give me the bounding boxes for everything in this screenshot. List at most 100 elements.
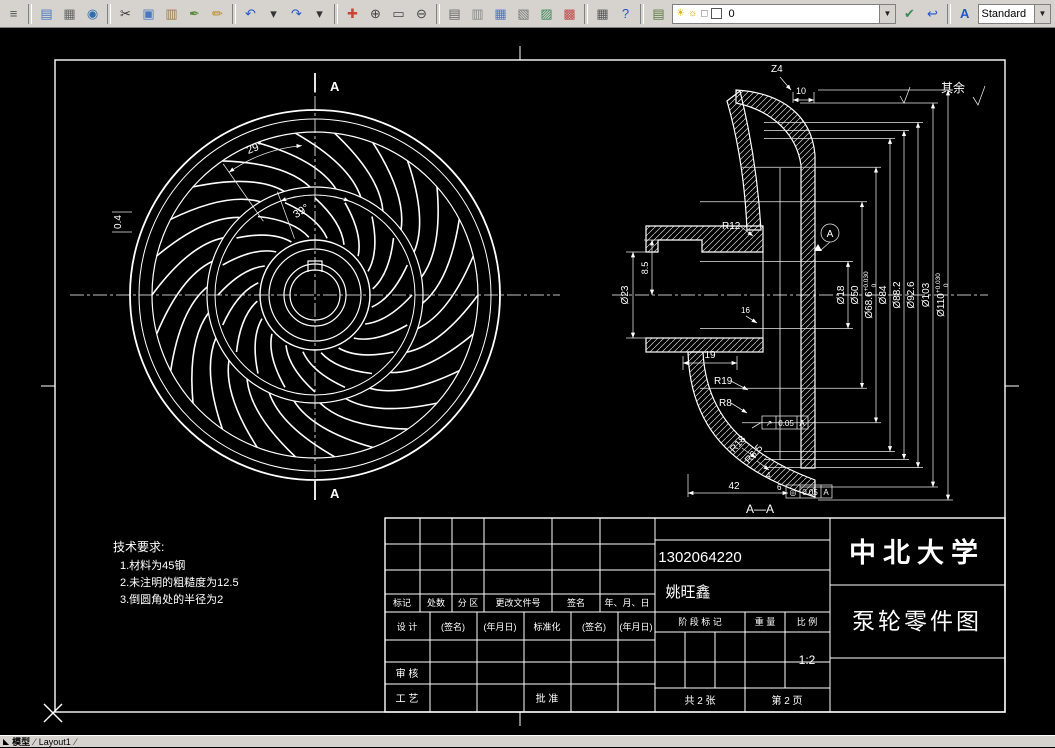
scale-value: 1:2 [799,653,816,667]
layer-freeze-sun-icon[interactable]: ☼ [688,8,697,19]
angle-dim-inner: 39° [291,202,311,221]
tab-layout1[interactable]: Layout1 [39,737,71,747]
approve-label: 批 准 [536,692,559,705]
tech-req-line: 3.倒圆角处的半径为2 [120,592,223,606]
zoom-window-icon[interactable]: ▭ [387,2,410,25]
impeller-front-view: A A 29° 39° 0.4 [70,73,560,501]
svg-text:处数: 处数 [427,597,445,608]
layer-states-icon[interactable]: ▥ [466,2,489,25]
svg-text:A: A [823,488,829,497]
publish-icon[interactable]: ◉ [81,2,104,25]
svg-text:标准化: 标准化 [533,621,560,632]
layer-combobox[interactable]: ☀ ☼ ◻ 0 ▼ [672,3,896,24]
layer-on-bulb-icon[interactable]: ☀ [676,8,685,19]
svg-text:比 例: 比 例 [797,616,818,627]
dim-r12: R12 [722,221,741,232]
toolbar-main-icons: ≡ ▤ ▦ ◉ ✂ ▣ ▥ ✒ ✏ ↶ ▾ ↷ ▾ ✚ ⊕ ▭ ⊖ ▤ ▥ ▦ ▧ ▨ ▩ ▦? ▤ [2,2,670,25]
angle-dim-outer: 29° [245,140,265,157]
svg-text:(年月日): (年月日) [484,621,517,632]
title-block: 中北大学 泵轮零件图 1302064220 姚旺鑫 标记 处数 分 区 更改文件… [384,517,1006,713]
zoom-previous-icon[interactable]: ⊖ [410,2,433,25]
layer-color-swatch[interactable] [711,8,723,19]
layers-toolbar-icon[interactable]: ▤ [647,2,670,25]
university-name: 中北大学 [849,537,985,568]
check-label: 审 核 [396,667,419,680]
etransmit-icon[interactable]: ▩ [558,2,581,25]
text-style-combobox[interactable]: Standard ▼ [977,3,1051,24]
dim-label-d88-2: Ø88.2 [892,281,903,309]
dim-bore-d23: Ø23 [620,285,631,304]
zoom-realtime-icon[interactable]: ⊕ [364,2,387,25]
process-label: 工 艺 [396,693,419,705]
paste-icon[interactable]: ▥ [160,2,183,25]
toolbar-separator [232,3,236,24]
ucs-icon [43,703,63,723]
sheet-set-icon[interactable]: ▧ [512,2,535,25]
tab-separator: / [71,736,79,747]
undo-icon[interactable]: ↶ [239,2,262,25]
tech-req-line: 1.材料为45钢 [120,558,185,572]
dim-label-d103: Ø103 [921,282,932,307]
dim-keyway-85: 8.5 [640,262,650,275]
toolbar-separator [28,3,32,24]
svg-text:签名: 签名 [567,597,585,608]
undo-dropdown-icon[interactable]: ▾ [262,2,285,25]
match-properties-icon[interactable]: ✒ [183,2,206,25]
dim-4: 4 [766,471,771,480]
toolbar-separator [584,3,588,24]
text-style-icon[interactable]: A [953,2,976,25]
toolbar-separator [946,3,951,24]
tech-req-title: 技术要求: [113,540,164,554]
layer-state-icons: ☀ ☼ ◻ [673,8,725,19]
dim-label-d18: Ø18 [836,285,847,304]
table-icon[interactable]: ▦ [489,2,512,25]
tab-nav-icon[interactable]: ◣ [3,737,9,746]
new-icon[interactable]: ▤ [35,2,58,25]
layer-properties-icon[interactable]: ▤ [443,2,466,25]
callout-z4: Z4 [771,64,783,75]
dim-10: 10 [796,86,806,96]
dim-r19: R19 [714,376,733,387]
copy-icon[interactable]: ▣ [137,2,160,25]
cut-icon[interactable]: ✂ [114,2,137,25]
pan-icon[interactable]: ✚ [341,2,364,25]
current-layer-value: 0 [728,7,735,20]
svg-text:0.05: 0.05 [802,488,818,497]
svg-text:◎: ◎ [790,488,797,497]
help-icon[interactable]: ? [614,2,637,25]
tab-separator: / [31,736,38,747]
style-combo-dropdown-icon[interactable]: ▼ [1034,4,1050,23]
pencil-edit-icon[interactable]: ✏ [206,2,229,25]
main-toolbar: ≡ ▤ ▦ ◉ ✂ ▣ ▥ ✒ ✏ ↶ ▾ ↷ ▾ ✚ ⊕ ▭ ⊖ ▤ ▥ ▦ ▧ ▨ ▩ ▦? ▤ ☀ ☼ ◻ 0 ▼ ✔ ↩ … [0,0,1055,28]
layer-lock-icon[interactable]: ◻ [700,8,708,19]
section-hatch-shroud-wall [726,89,762,231]
drawing-canvas[interactable]: A A 29° 39° 0.4 Ø23 8.5 19 R12 R19 R8 R1… [0,28,1055,735]
part-name: 泵轮零件图 [852,608,982,634]
redo-icon[interactable]: ↷ [285,2,308,25]
section-label-bottom: A [330,486,340,501]
layer-previous-icon[interactable]: ↩ [920,2,944,25]
sheet-number: 第 2 页 [771,694,802,707]
plot-icon[interactable]: ▦ [58,2,81,25]
redo-dropdown-icon[interactable]: ▾ [308,2,331,25]
dim-42: 42 [728,481,740,492]
tab-model[interactable]: 模型 [12,735,30,748]
quick-calc-icon[interactable]: ▦ [591,2,614,25]
make-object-layer-current-icon[interactable]: ✔ [897,2,921,25]
properties-icon[interactable]: ≡ [2,2,25,25]
svg-text:年、月、日: 年、月、日 [604,597,649,608]
svg-text:(签名): (签名) [582,621,606,632]
svg-text:重 量: 重 量 [755,616,776,627]
roughness-dim: 0.4 [113,215,124,229]
svg-text:(年月日): (年月日) [620,621,653,632]
sheets-total: 共 2 张 [684,695,715,707]
surface-note: 其余 [941,80,965,95]
technical-requirements: 技术要求: 1.材料为45钢 2.未注明的粗糙度为12.5 3.倒圆角处的半径为… [113,540,239,606]
image-attach-icon[interactable]: ▨ [535,2,558,25]
layer-combo-dropdown-icon[interactable]: ▼ [878,4,895,23]
svg-text:↗: ↗ [766,419,773,428]
svg-text:(签名): (签名) [441,621,465,632]
student-id: 1302064220 [658,549,741,566]
section-label-top: A [330,79,340,94]
dim-r8: R8 [719,398,732,409]
